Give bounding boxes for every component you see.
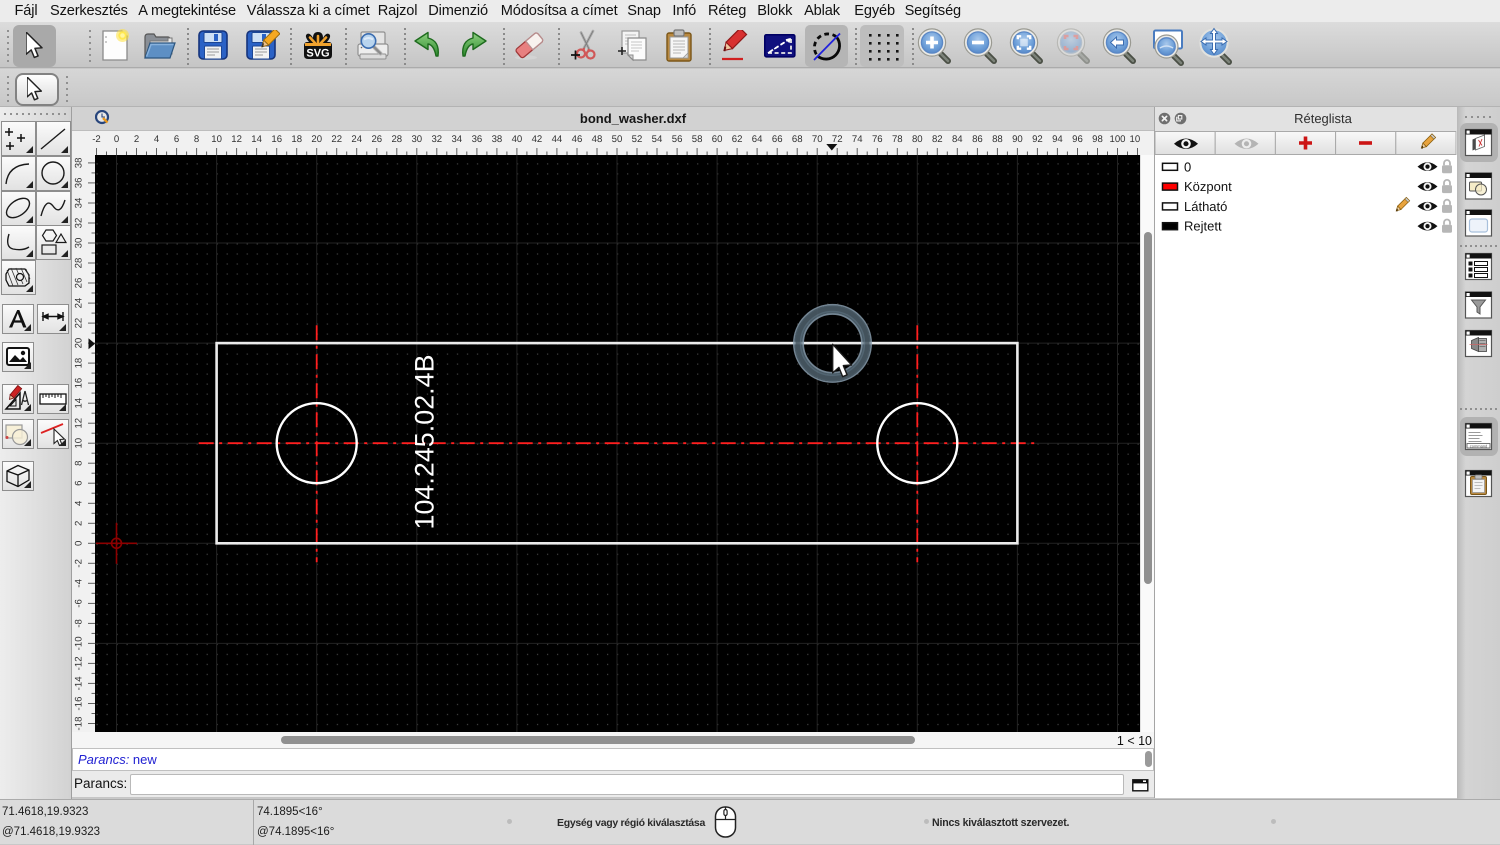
svg-text:32: 32 bbox=[74, 218, 85, 229]
svg-text:56: 56 bbox=[672, 134, 683, 145]
svg-text:104.245.02.4B: 104.245.02.4B bbox=[410, 355, 440, 530]
svg-text:82: 82 bbox=[932, 134, 943, 145]
svg-text:8: 8 bbox=[74, 461, 85, 466]
svg-text:100: 100 bbox=[1109, 134, 1125, 145]
svg-text:24: 24 bbox=[351, 134, 362, 145]
svg-text:-4: -4 bbox=[74, 578, 85, 587]
svg-text:18: 18 bbox=[291, 134, 302, 145]
svg-text:52: 52 bbox=[632, 134, 643, 145]
svg-text:66: 66 bbox=[772, 134, 783, 145]
svg-text:64: 64 bbox=[752, 134, 763, 145]
svg-text:Központ: Központ bbox=[1184, 179, 1232, 194]
svg-text:20: 20 bbox=[74, 338, 85, 349]
svg-text:32: 32 bbox=[431, 134, 442, 145]
svg-text:30: 30 bbox=[411, 134, 422, 145]
svg-text:30: 30 bbox=[74, 238, 85, 249]
svg-text:50: 50 bbox=[612, 134, 623, 145]
svg-text:84: 84 bbox=[952, 134, 963, 145]
svg-text:command: command bbox=[1470, 444, 1488, 449]
svg-text:Látható: Látható bbox=[1184, 199, 1227, 214]
svg-text:14: 14 bbox=[74, 397, 85, 408]
svg-text:80: 80 bbox=[912, 134, 923, 145]
svg-text:4: 4 bbox=[74, 500, 85, 506]
svg-text:14: 14 bbox=[251, 134, 262, 145]
svg-text:86: 86 bbox=[972, 134, 983, 145]
svg-text:18: 18 bbox=[74, 358, 85, 369]
svg-text:-18: -18 bbox=[74, 717, 85, 731]
svg-text:-10: -10 bbox=[74, 636, 85, 650]
svg-text:0: 0 bbox=[114, 134, 119, 145]
svg-text:42: 42 bbox=[532, 134, 543, 145]
svg-text:26: 26 bbox=[74, 278, 85, 289]
svg-text:38: 38 bbox=[74, 158, 85, 169]
svg-text:36: 36 bbox=[74, 178, 85, 189]
svg-text:16: 16 bbox=[271, 134, 282, 145]
svg-text:20: 20 bbox=[311, 134, 322, 145]
svg-text:12: 12 bbox=[231, 134, 242, 145]
svg-text:60: 60 bbox=[712, 134, 723, 145]
svg-text:0: 0 bbox=[74, 541, 85, 546]
svg-text:88: 88 bbox=[992, 134, 1003, 145]
svg-text:24: 24 bbox=[74, 297, 85, 308]
svg-text:46: 46 bbox=[572, 134, 583, 145]
svg-text:0: 0 bbox=[1184, 159, 1191, 174]
svg-text:40: 40 bbox=[512, 134, 523, 145]
svg-text:44: 44 bbox=[552, 134, 563, 145]
svg-text:48: 48 bbox=[592, 134, 603, 145]
svg-text:-6: -6 bbox=[74, 599, 85, 608]
svg-text:22: 22 bbox=[331, 134, 342, 145]
svg-text:22: 22 bbox=[74, 318, 85, 329]
svg-text:98: 98 bbox=[1092, 134, 1103, 145]
svg-text:74: 74 bbox=[852, 134, 863, 145]
svg-text:Rejtett: Rejtett bbox=[1184, 219, 1222, 234]
svg-text:72: 72 bbox=[832, 134, 843, 145]
svg-text:68: 68 bbox=[792, 134, 803, 145]
svg-text:38: 38 bbox=[492, 134, 503, 145]
svg-text:76: 76 bbox=[872, 134, 883, 145]
svg-text:16: 16 bbox=[74, 378, 85, 389]
svg-text:102: 102 bbox=[1129, 134, 1140, 145]
svg-text:58: 58 bbox=[692, 134, 703, 145]
svg-text:8: 8 bbox=[194, 134, 199, 145]
svg-text:6: 6 bbox=[74, 481, 85, 486]
svg-text:6: 6 bbox=[174, 134, 179, 145]
svg-text:-16: -16 bbox=[74, 697, 85, 711]
svg-text:Réteglista: Réteglista bbox=[1294, 111, 1353, 126]
svg-text:28: 28 bbox=[391, 134, 402, 145]
svg-text:4: 4 bbox=[154, 134, 160, 145]
svg-text:54: 54 bbox=[652, 134, 663, 145]
svg-text:62: 62 bbox=[732, 134, 743, 145]
svg-text:-8: -8 bbox=[74, 619, 85, 628]
svg-text:96: 96 bbox=[1072, 134, 1083, 145]
svg-text:92: 92 bbox=[1032, 134, 1043, 145]
svg-text:-14: -14 bbox=[74, 676, 85, 691]
svg-text:12: 12 bbox=[74, 418, 85, 429]
svg-text:34: 34 bbox=[74, 197, 85, 208]
svg-text:94: 94 bbox=[1052, 134, 1063, 145]
svg-text:-12: -12 bbox=[74, 656, 85, 670]
svg-text:2: 2 bbox=[74, 521, 85, 526]
svg-text:-2: -2 bbox=[92, 134, 101, 145]
svg-text:2: 2 bbox=[134, 134, 139, 145]
svg-text:70: 70 bbox=[812, 134, 823, 145]
svg-text:36: 36 bbox=[472, 134, 483, 145]
svg-text:-2: -2 bbox=[74, 559, 85, 568]
svg-text:28: 28 bbox=[74, 258, 85, 269]
svg-text:26: 26 bbox=[371, 134, 382, 145]
svg-text:10: 10 bbox=[74, 438, 85, 449]
svg-text:34: 34 bbox=[451, 134, 462, 145]
svg-text:10: 10 bbox=[211, 134, 222, 145]
svg-text:78: 78 bbox=[892, 134, 903, 145]
svg-text:90: 90 bbox=[1012, 134, 1023, 145]
